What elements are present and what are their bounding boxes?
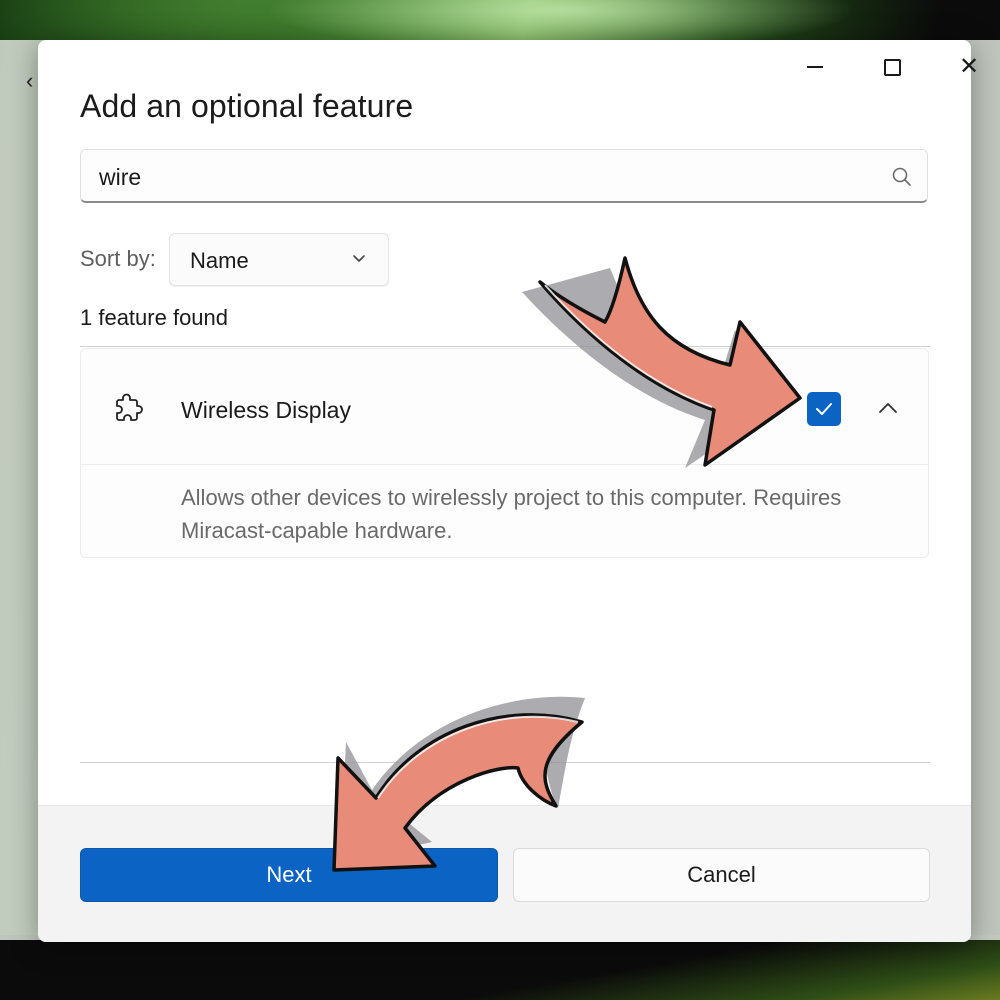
results-count: 1 feature found	[80, 305, 229, 330]
feature-item-wireless-display: Wireless Display Allows other devices to…	[80, 348, 929, 558]
chevron-down-icon	[353, 255, 365, 262]
feature-description: Allows other devices to wirelessly proje…	[181, 485, 842, 543]
next-button[interactable]: Next	[80, 848, 498, 902]
maximize-button[interactable]	[869, 54, 915, 80]
search-icon[interactable]	[891, 166, 913, 188]
feature-name: Wireless Display	[181, 397, 351, 423]
dialog-title: Add an optional feature	[80, 88, 414, 124]
chevron-up-icon[interactable]	[877, 401, 899, 415]
cancel-button[interactable]: Cancel	[513, 848, 930, 902]
checkmark-icon	[816, 403, 832, 415]
content-divider	[80, 762, 930, 763]
back-arrow-icon[interactable]: ‹	[26, 68, 33, 94]
sort-label: Sort by:	[80, 246, 156, 271]
search-box[interactable]	[80, 149, 928, 203]
results-divider	[80, 346, 930, 347]
add-optional-feature-dialog: Add an optional feature Sort by: Name 1 …	[38, 40, 971, 942]
puzzle-icon	[116, 393, 143, 421]
minimize-button[interactable]	[792, 54, 838, 80]
dialog-footer: Next Cancel	[38, 805, 971, 942]
close-button[interactable]: ✕	[946, 54, 992, 80]
sort-selected-value: Name	[190, 248, 249, 273]
minimize-icon	[807, 66, 823, 68]
feature-item-header[interactable]: Wireless Display	[81, 349, 928, 465]
feature-checkbox[interactable]	[807, 392, 841, 426]
desktop-wallpaper-bottom	[0, 935, 1000, 1000]
close-icon: ✕	[958, 53, 980, 80]
sort-dropdown[interactable]: Name	[169, 233, 389, 286]
search-input[interactable]	[97, 160, 861, 194]
maximize-icon	[883, 58, 901, 76]
